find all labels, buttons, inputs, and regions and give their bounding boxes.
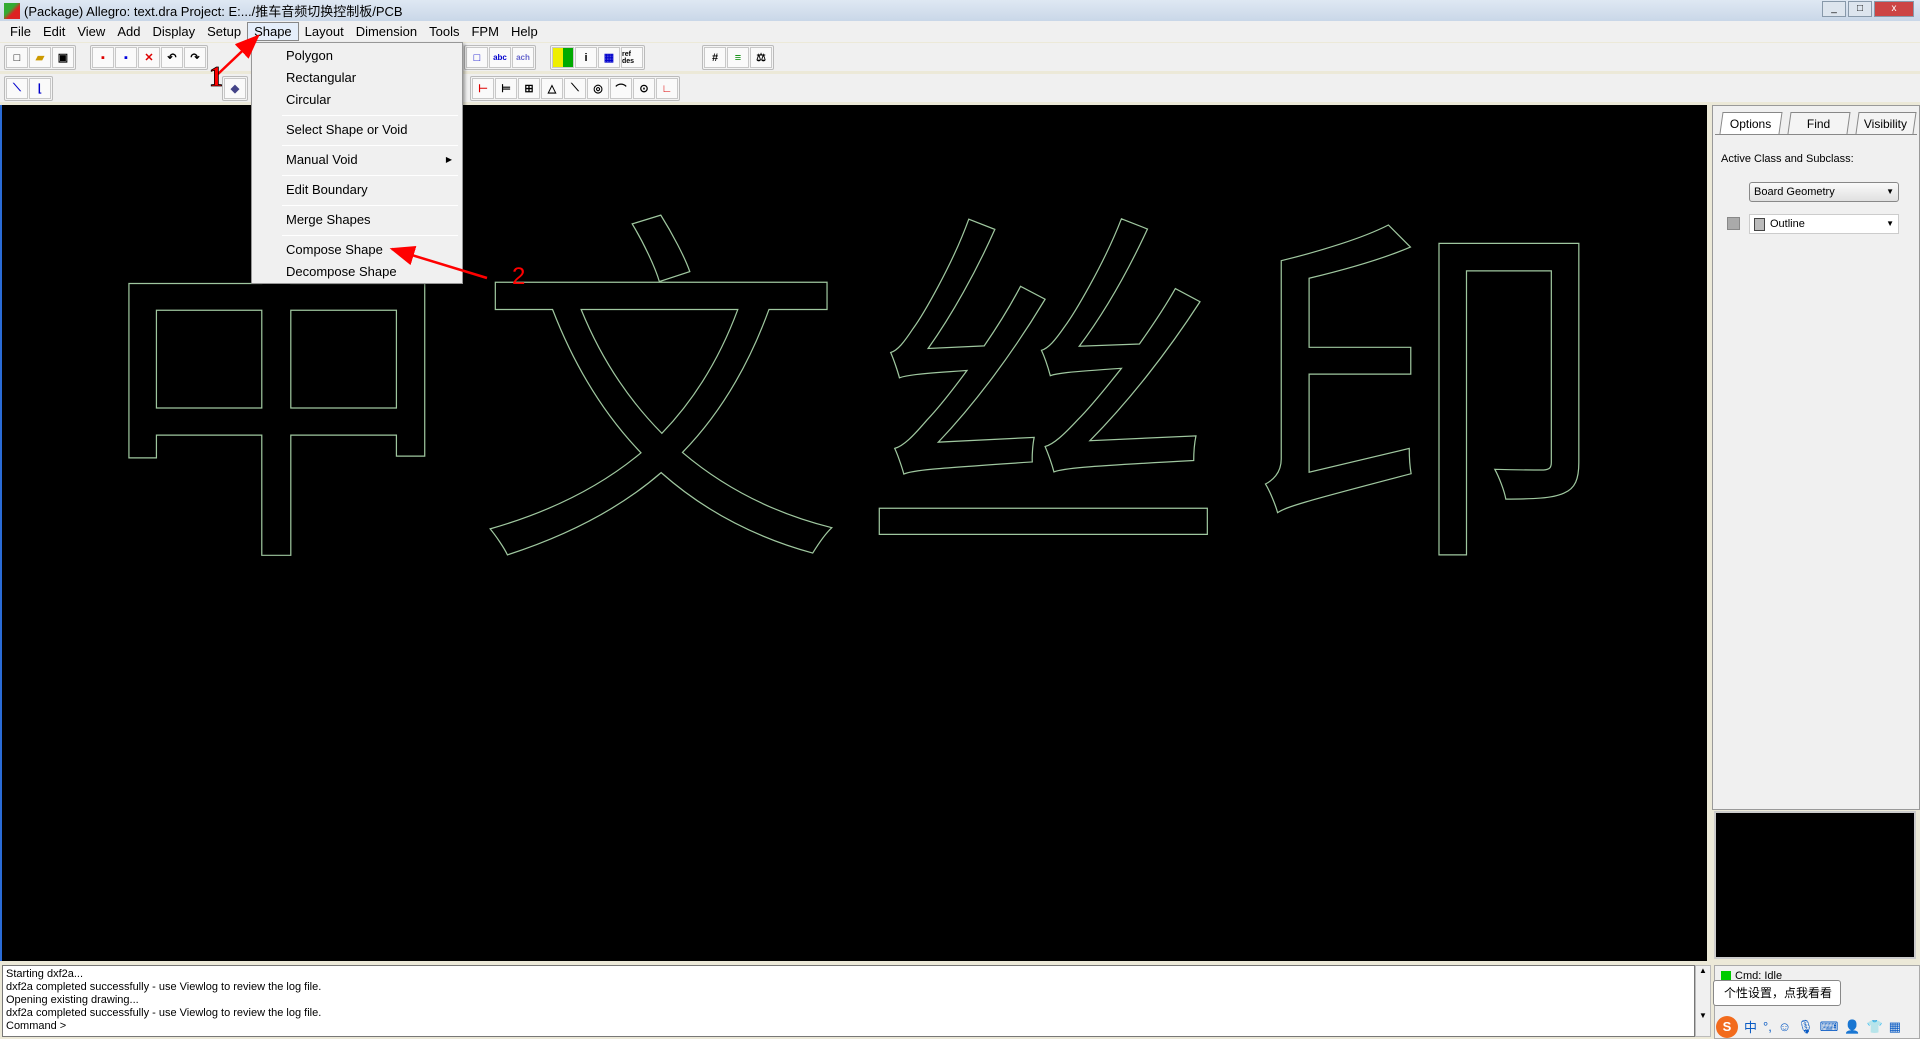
keyboard-icon[interactable]: ⌨ <box>1820 1019 1839 1035</box>
menu-fpm[interactable]: FPM <box>465 23 504 40</box>
command-prompt[interactable]: Command > <box>6 1020 1691 1033</box>
console-line: dxf2a completed successfully - use Viewl… <box>6 1007 322 1019</box>
subclass-color-swatch[interactable] <box>1727 217 1740 230</box>
move-icon[interactable]: ▪ <box>92 47 114 68</box>
leader-icon[interactable]: ⟍ <box>564 78 586 99</box>
delete-icon[interactable]: ✕ <box>138 47 160 68</box>
menu-separator <box>282 205 458 206</box>
menu-item-merge-shapes[interactable]: Merge Shapes <box>252 209 462 231</box>
menu-display[interactable]: Display <box>146 23 201 40</box>
radius-icon[interactable]: ◎ <box>587 78 609 99</box>
ime-mode[interactable]: 中 <box>1744 1017 1757 1036</box>
grid-layers-icon[interactable]: ▦ <box>598 47 620 68</box>
subclass-select[interactable]: Outline ▼ <box>1749 214 1899 234</box>
undo-icon[interactable]: ↶ <box>161 47 183 68</box>
ime-tooltip: 个性设置，点我看看 <box>1713 980 1841 1006</box>
rectangle-icon[interactable]: □ <box>466 47 488 68</box>
menu-item-edit-boundary[interactable]: Edit Boundary <box>252 179 462 201</box>
subclass-value: Outline <box>1770 218 1805 230</box>
info-icon[interactable]: i <box>575 47 597 68</box>
sogou-logo-icon[interactable]: S <box>1716 1015 1738 1038</box>
shape-fill-icon[interactable]: ◆ <box>224 78 246 99</box>
menu-tools[interactable]: Tools <box>423 23 465 40</box>
skin-icon[interactable]: 👕 <box>1867 1019 1883 1035</box>
menu-help[interactable]: Help <box>505 23 544 40</box>
dimension-icon[interactable]: ⊢ <box>472 78 494 99</box>
open-icon[interactable]: ▰ <box>29 47 51 68</box>
angle-icon[interactable]: △ <box>541 78 563 99</box>
class-select[interactable]: Board Geometry ▼ <box>1749 182 1899 202</box>
menu-item-rectangular[interactable]: Rectangular <box>252 67 462 89</box>
menu-view[interactable]: View <box>71 23 111 40</box>
menu-layout[interactable]: Layout <box>299 23 350 40</box>
redo-icon[interactable]: ↷ <box>184 47 206 68</box>
menu-item-polygon[interactable]: Polygon <box>252 45 462 67</box>
dimension-datum-icon[interactable]: ⊞ <box>518 78 540 99</box>
console-line: dxf2a completed successfully - use Viewl… <box>6 981 322 993</box>
slide-icon[interactable]: ⌊ <box>29 78 51 99</box>
console-scrollbar[interactable]: ▲ ▼ <box>1695 965 1711 1037</box>
menu-add[interactable]: Add <box>111 23 146 40</box>
tab-visibility[interactable]: Visibility <box>1855 112 1917 134</box>
console-line: Starting dxf2a... <box>6 968 84 980</box>
copy-icon[interactable]: ▪ <box>115 47 137 68</box>
text-edit-icon[interactable]: ach <box>512 47 534 68</box>
minimize-button[interactable]: _ <box>1822 1 1846 17</box>
menu-setup[interactable]: Setup <box>201 23 247 40</box>
grid-menu-icon[interactable]: ▦ <box>1889 1019 1901 1035</box>
maximize-button[interactable]: □ <box>1848 1 1872 17</box>
new-icon[interactable]: □ <box>6 47 28 68</box>
chamfer-icon[interactable]: ⌒ <box>610 78 632 99</box>
active-class-label: Active Class and Subclass: <box>1721 153 1854 165</box>
menu-separator <box>282 115 458 116</box>
menu-separator <box>282 145 458 146</box>
command-console[interactable]: Starting dxf2a... dxf2a completed succes… <box>2 965 1695 1037</box>
menu-separator <box>282 235 458 236</box>
refdes-icon[interactable]: ref des <box>621 47 643 68</box>
control-panel: Options Find Visibility Active Class and… <box>1712 105 1920 810</box>
class-value: Board Geometry <box>1754 186 1835 198</box>
color-icon[interactable] <box>552 47 574 68</box>
text-abc-icon[interactable]: abc <box>489 47 511 68</box>
save-icon[interactable]: ▣ <box>52 47 74 68</box>
subclass-color-icon <box>1754 218 1765 231</box>
menu-item-circular[interactable]: Circular <box>252 89 462 111</box>
ime-punct[interactable]: °, <box>1763 1019 1772 1034</box>
add-connect-icon[interactable]: ⟍ <box>6 78 28 99</box>
window-title: (Package) Allegro: text.dra Project: E:.… <box>24 4 403 19</box>
menu-file[interactable]: File <box>4 23 37 40</box>
menu-item-label: Manual Void <box>286 152 358 167</box>
menu-edit[interactable]: Edit <box>37 23 71 40</box>
dimension-linear-icon[interactable]: ⊨ <box>495 78 517 99</box>
fillet-icon[interactable]: ∟ <box>656 78 678 99</box>
allegro-app-icon <box>4 2 20 19</box>
tab-options[interactable]: Options <box>1719 112 1783 134</box>
menu-item-compose-shape[interactable]: Compose Shape <box>252 239 462 261</box>
grid-icon[interactable]: # <box>704 47 726 68</box>
menu-separator <box>282 175 458 176</box>
ime-toolbar: S 中 °, ☺ 🎙 ⌨ 👤 👕 ▦ <box>1712 1014 1920 1039</box>
menu-dimension[interactable]: Dimension <box>350 23 423 40</box>
chevron-down-icon: ▼ <box>1886 219 1894 228</box>
menu-bar: File Edit View Add Display Setup Shape L… <box>0 21 1920 42</box>
emoji-icon[interactable]: ☺ <box>1778 1019 1791 1034</box>
menu-item-select-shape-or-void[interactable]: Select Shape or Void <box>252 119 462 141</box>
menu-item-manual-void[interactable]: Manual Void ▶ <box>252 149 462 171</box>
title-bar: (Package) Allegro: text.dra Project: E:.… <box>0 0 1920 21</box>
menu-shape[interactable]: Shape <box>247 22 299 41</box>
chevron-down-icon: ▼ <box>1886 187 1894 196</box>
layers-icon[interactable]: ≡ <box>727 47 749 68</box>
menu-item-decompose-shape[interactable]: Decompose Shape <box>252 261 462 283</box>
microphone-icon[interactable]: 🎙 <box>1797 1019 1814 1035</box>
balloon-icon[interactable]: ⊙ <box>633 78 655 99</box>
user-icon[interactable]: 👤 <box>1844 1019 1860 1035</box>
balance-icon[interactable]: ⚖ <box>750 47 772 68</box>
shape-menu-dropdown: Polygon Rectangular Circular Select Shap… <box>251 42 463 284</box>
close-button[interactable]: x <box>1874 1 1914 17</box>
tab-find[interactable]: Find <box>1787 112 1851 134</box>
console-line: Opening existing drawing... <box>6 994 139 1006</box>
world-view-minimap[interactable] <box>1714 811 1916 959</box>
submenu-arrow-icon: ▶ <box>445 155 452 164</box>
